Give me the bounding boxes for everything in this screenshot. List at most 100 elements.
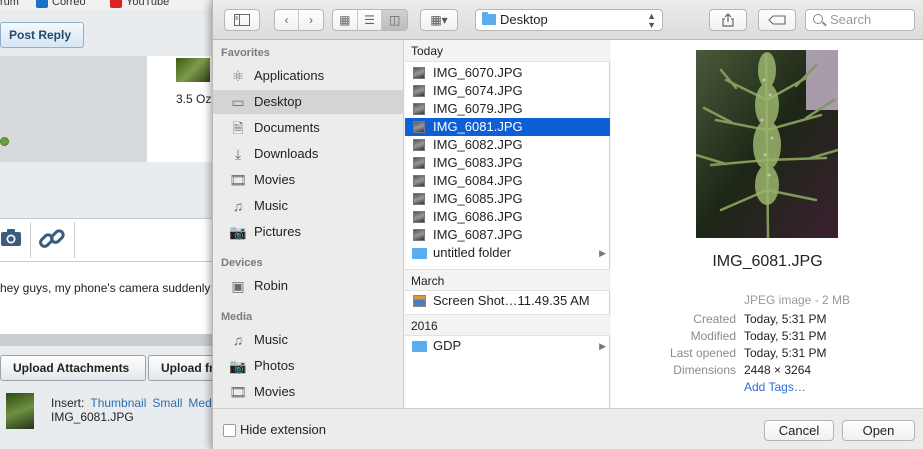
hide-extension-checkbox[interactable] bbox=[223, 424, 236, 437]
file-row[interactable]: IMG_6084.JPG bbox=[405, 172, 610, 190]
share-icon bbox=[722, 13, 734, 27]
hide-extension-label[interactable]: Hide extension bbox=[240, 422, 326, 437]
bookmark-youtube[interactable]: YouTube bbox=[110, 0, 169, 8]
group-header-march: March bbox=[405, 269, 610, 291]
link-icon[interactable] bbox=[38, 226, 68, 254]
meta-value-dimensions: 2448 × 3264 bbox=[744, 363, 812, 377]
sidebar-item-movies[interactable]: 🎞 Movies bbox=[213, 168, 404, 192]
search-placeholder: Search bbox=[830, 12, 872, 27]
insert-label: Insert: bbox=[51, 396, 85, 410]
file-row[interactable]: IMG_6086.JPG bbox=[405, 208, 610, 226]
file-row[interactable]: IMG_6087.JPG bbox=[405, 226, 610, 244]
music-icon: ♫ bbox=[232, 198, 244, 214]
file-list-column: Today IMG_6070.JPG IMG_6074.JPG IMG_6079… bbox=[405, 40, 610, 408]
column-view-button[interactable]: ◫ bbox=[382, 10, 407, 30]
sidebar-item-documents[interactable]: 🗎 Documents bbox=[213, 116, 404, 140]
sidebar-item-photos[interactable]: 📷 Photos bbox=[213, 354, 404, 378]
share-button[interactable] bbox=[709, 9, 747, 31]
forward-button[interactable]: › bbox=[299, 10, 323, 30]
sidebar-item-robin[interactable]: ▣ Robin bbox=[213, 274, 404, 298]
message-editor[interactable] bbox=[0, 262, 212, 334]
sidebar-toggle-button[interactable] bbox=[224, 9, 260, 31]
tag-button[interactable] bbox=[758, 9, 796, 31]
file-row[interactable]: IMG_6082.JPG bbox=[405, 136, 610, 154]
sidebar-item-label: Desktop bbox=[254, 94, 302, 109]
sidebar-item-label: Music bbox=[254, 332, 288, 347]
sidebar-item-label: Movies bbox=[254, 172, 296, 187]
file-name: IMG_6086.JPG bbox=[433, 209, 523, 224]
sidebar-item-label: Downloads bbox=[254, 146, 319, 161]
file-row[interactable]: IMG_6079.JPG bbox=[405, 100, 610, 118]
image-file-icon bbox=[413, 211, 425, 223]
file-name: IMG_6083.JPG bbox=[433, 155, 523, 170]
folder-icon bbox=[482, 12, 496, 25]
toolbar-divider bbox=[30, 222, 31, 258]
folder-row[interactable]: GDP ▶ bbox=[405, 337, 610, 355]
disclosure-arrow-icon: ▶ bbox=[599, 341, 606, 351]
documents-icon: 🗎 bbox=[232, 120, 244, 136]
location-popup[interactable]: Desktop ▲ ▼ bbox=[475, 9, 663, 31]
folder-icon bbox=[412, 341, 427, 352]
open-button[interactable]: Open bbox=[842, 420, 915, 441]
arrange-icon: ▦▾ bbox=[430, 13, 448, 27]
online-status-dot bbox=[0, 137, 9, 146]
file-row[interactable]: IMG_6083.JPG bbox=[405, 154, 610, 172]
tag-icon bbox=[768, 15, 786, 25]
folder-name: untitled folder bbox=[433, 245, 512, 260]
sidebar-item-downloads[interactable]: ⤓ Downloads bbox=[213, 142, 404, 166]
file-open-dialog: ‹ › ▦ ☰ ◫ ▦▾ Desktop ▲ ▼ Search Favorites… bbox=[212, 0, 923, 449]
camera-icon[interactable] bbox=[0, 226, 22, 252]
sidebar-item-pictures[interactable]: 📷 Pictures bbox=[213, 220, 404, 244]
list-icon: ☰ bbox=[364, 13, 375, 27]
product-text: 3.5 Oz bbox=[176, 92, 212, 106]
back-button[interactable]: ‹ bbox=[275, 10, 299, 30]
meta-label-dimensions: Dimensions bbox=[673, 363, 736, 377]
sidebar-item-desktop[interactable]: ▭ Desktop bbox=[213, 90, 404, 114]
icon-view-button[interactable]: ▦ bbox=[333, 10, 358, 30]
bookmark-item[interactable]: rum bbox=[0, 0, 19, 8]
insert-thumbnail-link[interactable]: Thumbnail bbox=[90, 396, 146, 410]
upload-from-url-button[interactable]: Upload fr bbox=[148, 355, 212, 381]
add-tags-link[interactable]: Add Tags… bbox=[744, 380, 806, 394]
bookmark-correo[interactable]: Correo bbox=[36, 0, 86, 8]
downloads-icon: ⤓ bbox=[234, 146, 242, 162]
image-file-icon bbox=[413, 139, 425, 151]
desktop-icon: ▭ bbox=[231, 94, 245, 110]
insert-medium-link[interactable]: Med bbox=[188, 396, 211, 410]
editor-text[interactable]: hey guys, my phone's camera suddenly bbox=[0, 281, 212, 295]
file-row[interactable]: IMG_6085.JPG bbox=[405, 190, 610, 208]
search-field[interactable]: Search bbox=[805, 9, 915, 31]
list-view-button[interactable]: ☰ bbox=[358, 10, 383, 30]
insert-small-link[interactable]: Small bbox=[152, 396, 182, 410]
search-icon bbox=[813, 14, 823, 24]
file-row[interactable]: IMG_6074.JPG bbox=[405, 82, 610, 100]
image-file-icon bbox=[413, 85, 425, 97]
sidebar-item-media-music[interactable]: ♫ Music bbox=[213, 328, 404, 352]
file-name: IMG_6070.JPG bbox=[433, 65, 523, 80]
disclosure-arrow-icon: ▶ bbox=[599, 248, 606, 258]
devices-heading: Devices bbox=[221, 257, 263, 269]
post-reply-button[interactable]: Post Reply bbox=[0, 22, 84, 48]
file-row[interactable]: Screen Shot…11.49.35 AM bbox=[405, 292, 610, 310]
sidebar-item-applications[interactable]: ⚛ Applications bbox=[213, 64, 404, 88]
file-row[interactable]: IMG_6070.JPG bbox=[405, 64, 610, 82]
product-thumbnail[interactable] bbox=[176, 58, 210, 82]
cancel-button[interactable]: Cancel bbox=[764, 420, 834, 441]
folder-row[interactable]: untitled folder ▶ bbox=[405, 244, 610, 262]
file-name: IMG_6084.JPG bbox=[433, 173, 523, 188]
upload-attachments-button[interactable]: Upload Attachments bbox=[0, 355, 146, 381]
arrange-button[interactable]: ▦▾ bbox=[420, 9, 458, 31]
sidebar-item-label: Movies bbox=[254, 384, 296, 399]
music-icon: ♫ bbox=[232, 332, 244, 348]
attachment-thumbnail[interactable] bbox=[6, 393, 34, 429]
file-name: IMG_6087.JPG bbox=[433, 227, 523, 242]
editor-divider bbox=[0, 334, 212, 346]
dialog-sidebar: Favorites ⚛ Applications ▭ Desktop 🗎 Docume… bbox=[213, 40, 404, 408]
bookmark-label: YouTube bbox=[126, 0, 170, 8]
sidebar-item-music[interactable]: ♫ Music bbox=[213, 194, 404, 218]
image-file-icon bbox=[413, 157, 425, 169]
pictures-icon: 📷 bbox=[229, 224, 247, 240]
sidebar-item-media-movies[interactable]: 🎞 Movies bbox=[213, 380, 404, 404]
file-name: Screen Shot…11.49.35 AM bbox=[433, 293, 590, 308]
file-row-selected[interactable]: IMG_6081.JPG bbox=[405, 118, 610, 136]
